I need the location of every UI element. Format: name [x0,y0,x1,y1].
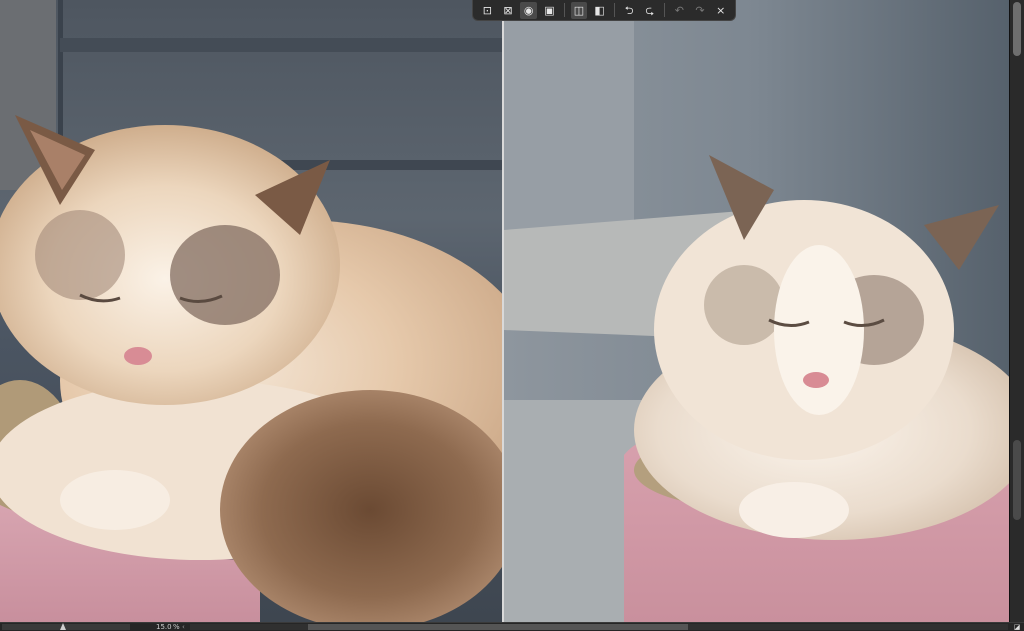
compare-toolbar: ⊡ ⊠ ◉ ▣ ◫ ◧ ⮌ ⮎ ↶ ↷ × [472,0,736,21]
left-photo [0,0,502,622]
zoom-slider-thumb[interactable] [60,623,66,630]
compare-split-icon[interactable]: ◧ [591,2,608,19]
zoom-custom-icon[interactable]: ▣ [541,2,558,19]
vertical-scrollbar[interactable] [1009,0,1024,622]
redo-icon[interactable]: ↷ [692,2,709,19]
zoom-value-field[interactable]: 15.0 [156,623,172,631]
toolbar-separator [563,3,565,17]
horizontal-scrollbar[interactable] [190,624,1008,630]
swap-left-icon[interactable]: ⮌ [621,2,638,19]
zoom-actual-icon[interactable]: ◉ [520,1,538,19]
left-photo-pane[interactable] [0,0,502,622]
zoom-fit-icon[interactable]: ⊡ [479,2,496,19]
right-photo-pane[interactable] [504,0,1009,622]
zoom-unit-label: % [173,623,180,631]
close-icon[interactable]: × [712,2,729,19]
vertical-scrollbar-track-marker [1013,440,1021,520]
compare-sidebyside-icon[interactable]: ◫ [570,1,588,19]
zoom-slider[interactable] [2,623,130,630]
navigator-corner-icon[interactable]: ◪ [1012,623,1022,631]
zoom-decrease-arrow-icon[interactable]: ‹ [182,623,185,631]
right-photo [504,0,1009,622]
toolbar-separator [613,3,615,17]
swap-right-icon[interactable]: ⮎ [641,2,658,19]
toolbar-separator [664,3,665,17]
vertical-scrollbar-thumb[interactable] [1013,2,1021,56]
status-bar: 15.0 % ‹ ◪ [0,622,1024,631]
undo-icon[interactable]: ↶ [671,2,688,19]
zoom-fill-icon[interactable]: ⊠ [500,2,517,19]
horizontal-scrollbar-thumb[interactable] [308,624,688,630]
compare-viewer: ⊡ ⊠ ◉ ▣ ◫ ◧ ⮌ ⮎ ↶ ↷ × 15.0 % ‹ ◪ [0,0,1024,631]
